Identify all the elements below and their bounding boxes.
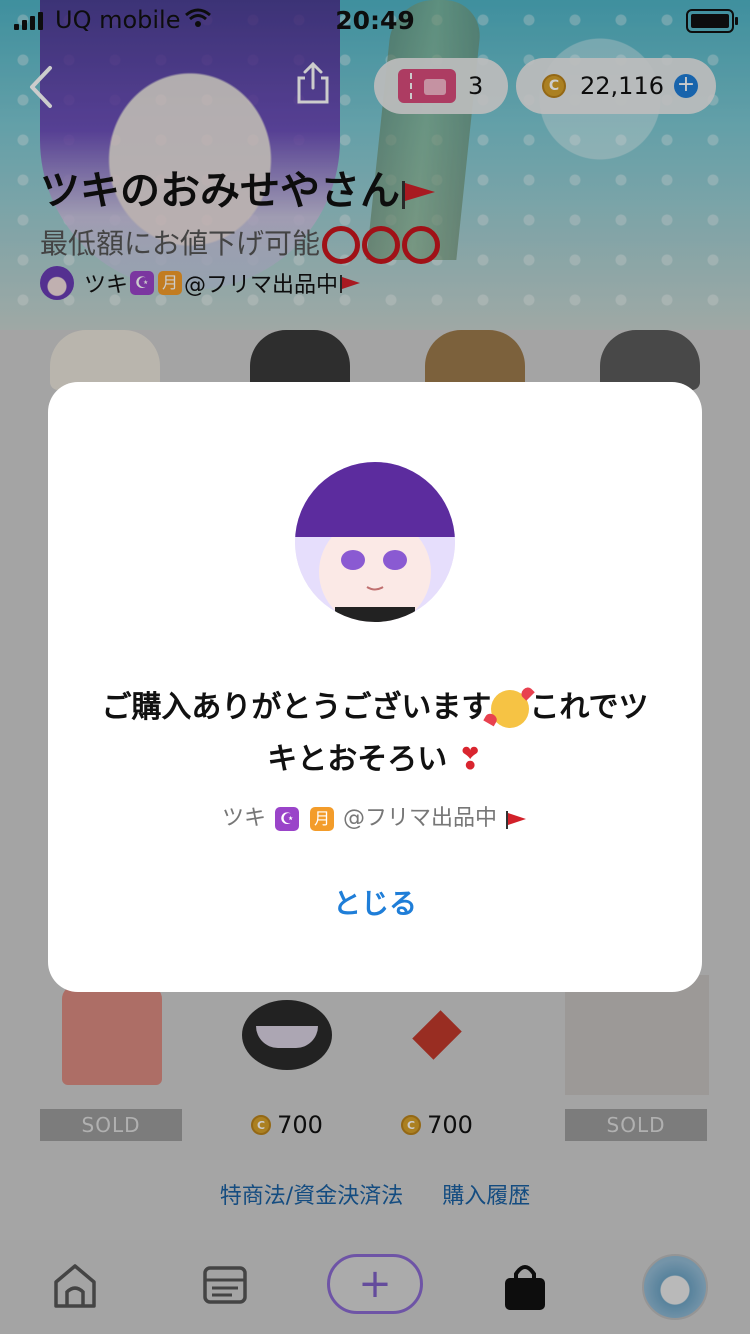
close-button[interactable]: とじる	[48, 882, 702, 922]
heart-exclamation-icon: ❣	[457, 742, 483, 777]
message-text: これでツ	[529, 690, 649, 725]
seller-name: ツキ ☪ 月 @フリマ出品中	[48, 800, 702, 832]
moon-emoji-icon: ☪	[275, 807, 299, 831]
seller-name-suffix: @フリマ出品中	[343, 806, 498, 831]
seller-avatar	[295, 462, 455, 622]
purchase-complete-dialog: ご購入ありがとうございます これでツ キとおそろい ❣ ツキ ☪ 月 @フリマ出品…	[48, 382, 702, 992]
red-flag-icon	[504, 811, 528, 829]
seller-avatar-image	[295, 462, 455, 622]
message-text: ご購入ありがとうございます	[101, 690, 492, 725]
seller-name-prefix: ツキ	[221, 806, 266, 831]
month-emoji-icon: 月	[310, 807, 334, 831]
purchase-message: ご購入ありがとうございます これでツ キとおそろい ❣	[88, 682, 662, 786]
smiling-face-with-hearts-icon	[491, 689, 530, 728]
message-text: キとおそろい	[267, 742, 448, 777]
